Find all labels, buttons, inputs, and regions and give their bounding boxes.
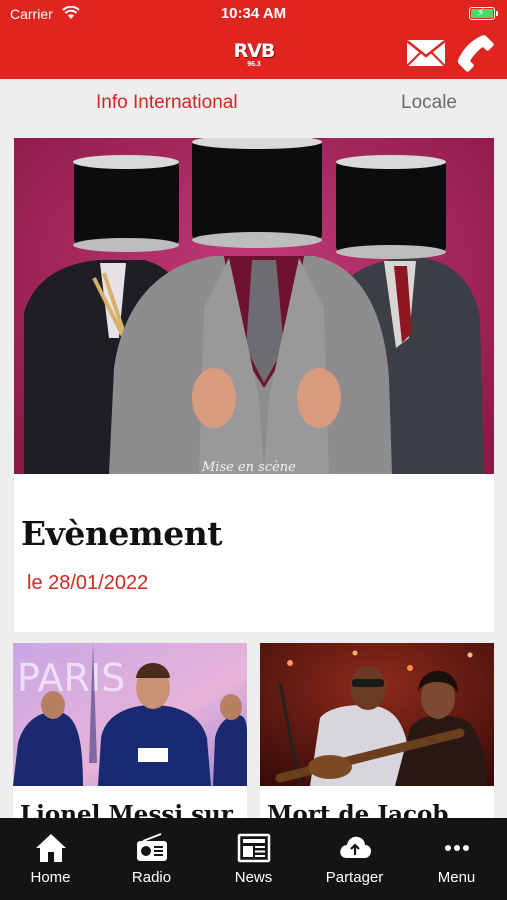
status-bar: Carrier 10:34 AM ⚡ [0, 0, 507, 28]
article-card[interactable]: Mort de Jacob [260, 643, 494, 833]
battery-icon: ⚡ [469, 7, 498, 20]
tabbar-home-label: Home [30, 869, 71, 886]
featured-article-title: Evènement [21, 514, 222, 553]
newspaper-icon [237, 833, 271, 863]
article-card[interactable]: PARIS Lionel Messi sur [13, 643, 247, 833]
tabbar-partager-label: Partager [325, 869, 384, 886]
tabbar-menu[interactable]: Menu [406, 818, 507, 900]
tabbar-home[interactable]: Home [0, 818, 101, 900]
article-image-jacob [260, 643, 494, 786]
tabbar-radio[interactable]: Radio [101, 818, 202, 900]
logo-name: RVB [233, 40, 276, 62]
tabbar-partager[interactable]: Partager [304, 818, 405, 900]
phone-icon[interactable] [455, 33, 495, 73]
more-dots-icon [445, 845, 469, 851]
category-tabs: Info International Locale [0, 79, 507, 127]
featured-article-card[interactable]: Mise en scène Evènement le 28/01/2022 [14, 138, 494, 632]
rvb-logo[interactable]: RVB 96.3 [228, 36, 280, 70]
status-time: 10:34 AM [220, 5, 287, 22]
featured-article-image: Mise en scène [14, 138, 494, 474]
tabbar-news[interactable]: News [203, 818, 304, 900]
home-icon [36, 834, 66, 862]
radio-icon [137, 833, 167, 861]
featured-article-date: le 28/01/2022 [27, 572, 149, 594]
logo-frequency: 96.3 [247, 61, 261, 68]
app-header: Carrier 10:34 AM ⚡ RVB 96.3 [0, 0, 507, 79]
tabbar-news-label: News [234, 869, 273, 886]
image-caption-mark: Mise en scène [201, 460, 296, 474]
bottom-tab-bar: Home Radio News Partager Menu [0, 818, 507, 900]
cloud-upload-icon [340, 836, 371, 858]
article-image-messi: PARIS [13, 643, 247, 786]
tab-info-international[interactable]: Info International [96, 92, 238, 114]
tabbar-radio-label: Radio [131, 869, 172, 886]
tabbar-menu-label: Menu [437, 869, 476, 886]
mail-icon[interactable] [406, 39, 446, 67]
tab-locale[interactable]: Locale [401, 92, 457, 114]
paris-text: PARIS [17, 656, 125, 700]
